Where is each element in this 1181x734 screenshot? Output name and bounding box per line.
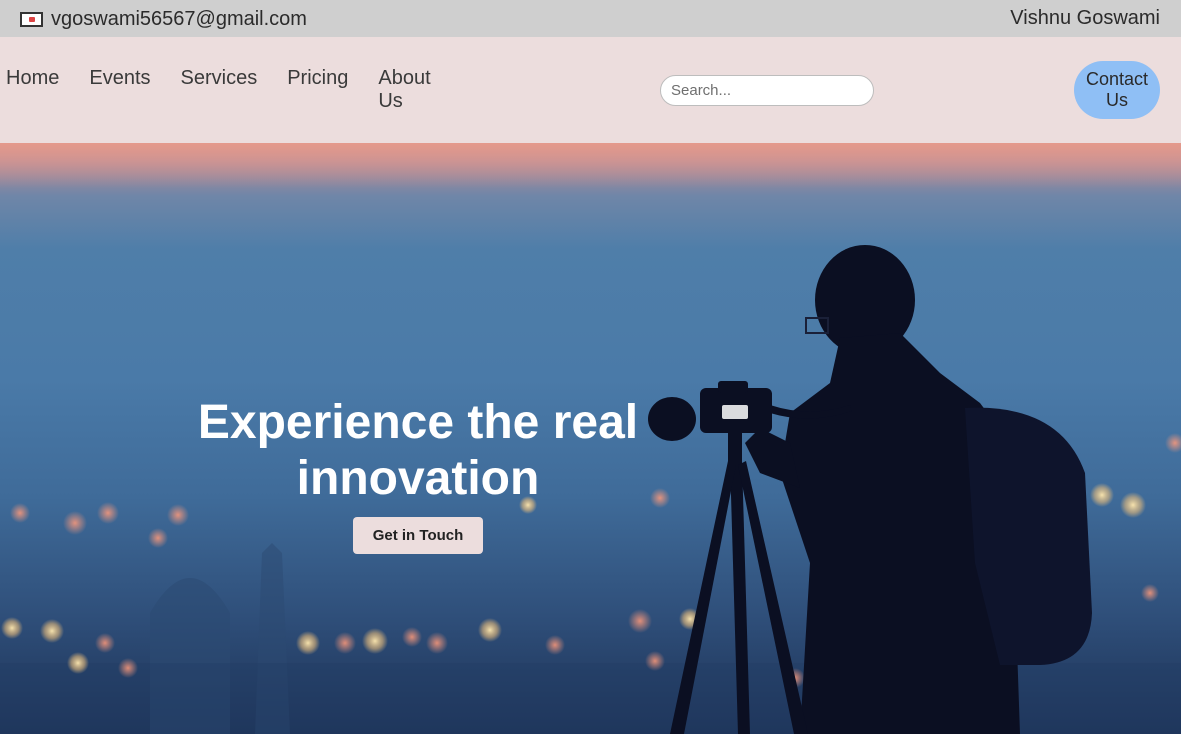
email-contact[interactable]: vgoswami56567@gmail.com <box>20 8 307 31</box>
owner-name: Vishnu Goswami <box>1010 7 1160 29</box>
search-input[interactable] <box>660 75 874 106</box>
get-in-touch-button[interactable]: Get in Touch <box>353 517 483 554</box>
nav-links: Home Events Services Pricing About Us <box>6 67 468 113</box>
nav-item-services[interactable]: Services <box>181 67 258 113</box>
nav-item-home[interactable]: Home <box>6 67 59 113</box>
hero-section: Experience the real innovation Get in To… <box>0 143 1181 734</box>
nav-item-events[interactable]: Events <box>89 67 150 113</box>
mail-icon <box>20 12 43 27</box>
top-contact-bar: vgoswami56567@gmail.com Vishnu Goswami <box>0 0 1181 37</box>
nav-item-about-us[interactable]: About Us <box>378 67 438 113</box>
contact-us-button[interactable]: Contact Us <box>1074 61 1160 119</box>
nav-item-pricing[interactable]: Pricing <box>287 67 348 113</box>
email-text[interactable]: vgoswami56567@gmail.com <box>51 8 307 31</box>
navbar: Home Events Services Pricing About Us Co… <box>0 37 1181 143</box>
hero-title: Experience the real innovation <box>197 396 639 505</box>
